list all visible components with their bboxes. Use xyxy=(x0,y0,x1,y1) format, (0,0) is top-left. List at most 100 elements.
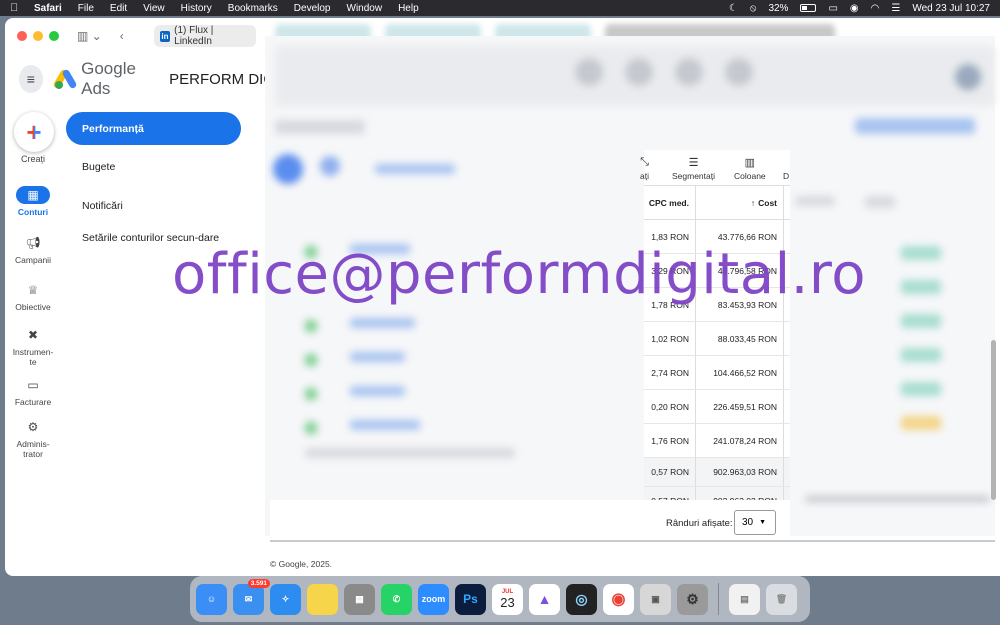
clock[interactable]: Wed 23 Jul 10:27 xyxy=(912,3,990,14)
blurred-link xyxy=(350,420,420,430)
safari-icon[interactable]: ✧ xyxy=(270,583,301,615)
total-cost: 902.963,03 RON xyxy=(696,458,784,486)
subnav-notifications[interactable]: Notificări xyxy=(66,199,241,213)
back-icon[interactable]: ‹ xyxy=(120,29,124,43)
notes-icon[interactable] xyxy=(307,583,338,615)
photoshop-label: Ps xyxy=(463,592,478,606)
rows-shown-label: Rânduri afișate: xyxy=(666,518,733,529)
table-toolbar: ⤡ ați ☰ Segmentați ▥ Coloane D xyxy=(640,150,790,186)
caret-down-icon: ▼ xyxy=(759,519,767,526)
header-cost[interactable]: ↑ Cost xyxy=(696,186,784,219)
rail-item-goals[interactable]: ♕ Obiective xyxy=(5,281,61,312)
zoom-window-button[interactable] xyxy=(49,31,59,41)
whatsapp-icon[interactable]: ✆ xyxy=(381,583,412,615)
blurred-cell xyxy=(865,196,895,208)
wifi-icon[interactable]: ◠ xyxy=(871,3,880,14)
megaphone-icon: 📢︎ xyxy=(25,236,41,250)
user-icon[interactable]: ◉ xyxy=(850,3,859,14)
quicktime-icon[interactable]: ◎ xyxy=(566,583,597,615)
rail-label: Campanii xyxy=(15,255,51,265)
tab-title: (1) Flux | LinkedIn xyxy=(174,25,214,47)
control-center-icon[interactable]: ☰ xyxy=(891,3,900,14)
calendar-icon[interactable]: JUL 23 xyxy=(492,583,523,615)
cell-cost: 241.078,24 RON xyxy=(696,424,784,457)
more-tool-label: D xyxy=(783,171,790,181)
toolbar-cut-label: ați xyxy=(640,171,649,181)
chrome-icon[interactable]: ◉ xyxy=(603,583,634,615)
table-panel: ⤡ ați ☰ Segmentați ▥ Coloane D CPC med. … xyxy=(640,150,790,516)
cell-cost: 88.033,45 RON xyxy=(696,322,784,355)
menu-history[interactable]: History xyxy=(181,3,212,14)
sidebar-toggle-icon[interactable]: ▥ ⌄ xyxy=(77,29,102,43)
minimize-window-button[interactable] xyxy=(33,31,43,41)
rail-item-accounts[interactable]: ▦ Conturi xyxy=(5,186,61,217)
blurred-status xyxy=(305,320,317,332)
plus-icon: + xyxy=(26,116,42,147)
segment-icon: ☰ xyxy=(688,157,699,169)
header-cpc[interactable]: CPC med. xyxy=(644,186,696,219)
create-button[interactable]: + xyxy=(14,112,54,152)
table-row: 1,76 RON 241.078,24 RON xyxy=(644,424,790,458)
blurred-button xyxy=(855,118,975,134)
blurred-chip xyxy=(901,348,941,362)
rail-item-campaigns[interactable]: 📢︎ Campanii xyxy=(5,234,61,265)
display-icon[interactable]: ▭ xyxy=(828,3,837,14)
rail-label: Conturi xyxy=(17,207,49,217)
tab-linkedin[interactable]: in (1) Flux | LinkedIn xyxy=(153,25,256,47)
rows-per-page-select[interactable]: 30 ▼ xyxy=(734,510,776,535)
rows-per-page-value: 30 xyxy=(742,517,754,528)
menu-develop[interactable]: Develop xyxy=(294,3,331,14)
system-settings-icon[interactable]: ⚙ xyxy=(677,583,708,615)
preview-icon[interactable]: ▣ xyxy=(640,583,671,615)
menu-window[interactable]: Window xyxy=(347,3,383,14)
subnav-budgets[interactable]: Bugete xyxy=(66,160,241,174)
blurred-icon xyxy=(575,58,603,86)
menu-icon[interactable]: ≡ xyxy=(19,65,43,93)
rail-item-admin[interactable]: ⚙ Adminis- trator xyxy=(5,418,61,459)
rail-item-billing[interactable]: ▭ Facturare xyxy=(5,376,61,407)
cell-cpc: 1,76 RON xyxy=(644,424,696,457)
subnav-performance[interactable]: Performanță xyxy=(66,112,241,145)
clickup-icon[interactable]: ▲ xyxy=(529,583,560,615)
segment-button[interactable]: ☰ Segmentați xyxy=(672,156,715,181)
battery-percent: 32% xyxy=(768,2,789,14)
table-row: 1,02 RON 88.033,45 RON xyxy=(644,322,790,356)
mail-icon[interactable]: ✉ 3.591 xyxy=(233,578,270,615)
trash-icon[interactable]: 🗑︎ xyxy=(766,583,797,615)
menu-edit[interactable]: Edit xyxy=(110,3,127,14)
window-controls xyxy=(17,31,59,41)
apple-icon[interactable]:  xyxy=(10,2,22,14)
divider xyxy=(270,540,995,542)
menu-help[interactable]: Help xyxy=(398,3,419,14)
battery-icon[interactable] xyxy=(800,4,817,12)
menu-app-name[interactable]: Safari xyxy=(34,3,62,14)
blurred-chip xyxy=(901,382,941,396)
toolbar-cut-item[interactable]: ⤡ ați xyxy=(640,156,649,181)
zoom-icon[interactable]: zoom xyxy=(418,583,449,615)
cell-cpc: 0,20 RON xyxy=(644,390,696,423)
moon-icon[interactable]: ☾ xyxy=(729,3,738,14)
document-icon[interactable]: ▤ xyxy=(729,583,760,615)
menu-bookmarks[interactable]: Bookmarks xyxy=(228,3,278,14)
more-tool-button[interactable]: D xyxy=(783,171,789,181)
app-header: ≡ Google Ads PERFORM DIG xyxy=(5,56,275,102)
close-window-button[interactable] xyxy=(17,31,27,41)
photoshop-icon[interactable]: Ps xyxy=(455,583,486,615)
columns-button[interactable]: ▥ Coloane xyxy=(734,156,766,181)
blurred-link xyxy=(350,352,405,362)
menu-file[interactable]: File xyxy=(78,3,94,14)
rail-item-tools[interactable]: ✖ Instrumen- te xyxy=(5,326,61,367)
cut-item-icon: ⤡ xyxy=(640,156,649,168)
columns-label: Coloane xyxy=(734,171,766,181)
mute-icon[interactable]: ⦸ xyxy=(750,3,757,14)
menu-view[interactable]: View xyxy=(143,3,165,14)
rail-label: Adminis- trator xyxy=(16,439,50,459)
rail-label: Facturare xyxy=(14,397,52,407)
page-scrollbar[interactable] xyxy=(991,340,996,500)
account-name[interactable]: PERFORM DIG xyxy=(169,71,275,88)
tools-icon: ✖ xyxy=(27,328,39,342)
calculator-icon[interactable]: ▦ xyxy=(344,583,375,615)
finder-icon[interactable]: ☺ xyxy=(196,583,227,615)
blurred-link xyxy=(350,386,405,396)
zoom-label: zoom xyxy=(421,594,446,604)
